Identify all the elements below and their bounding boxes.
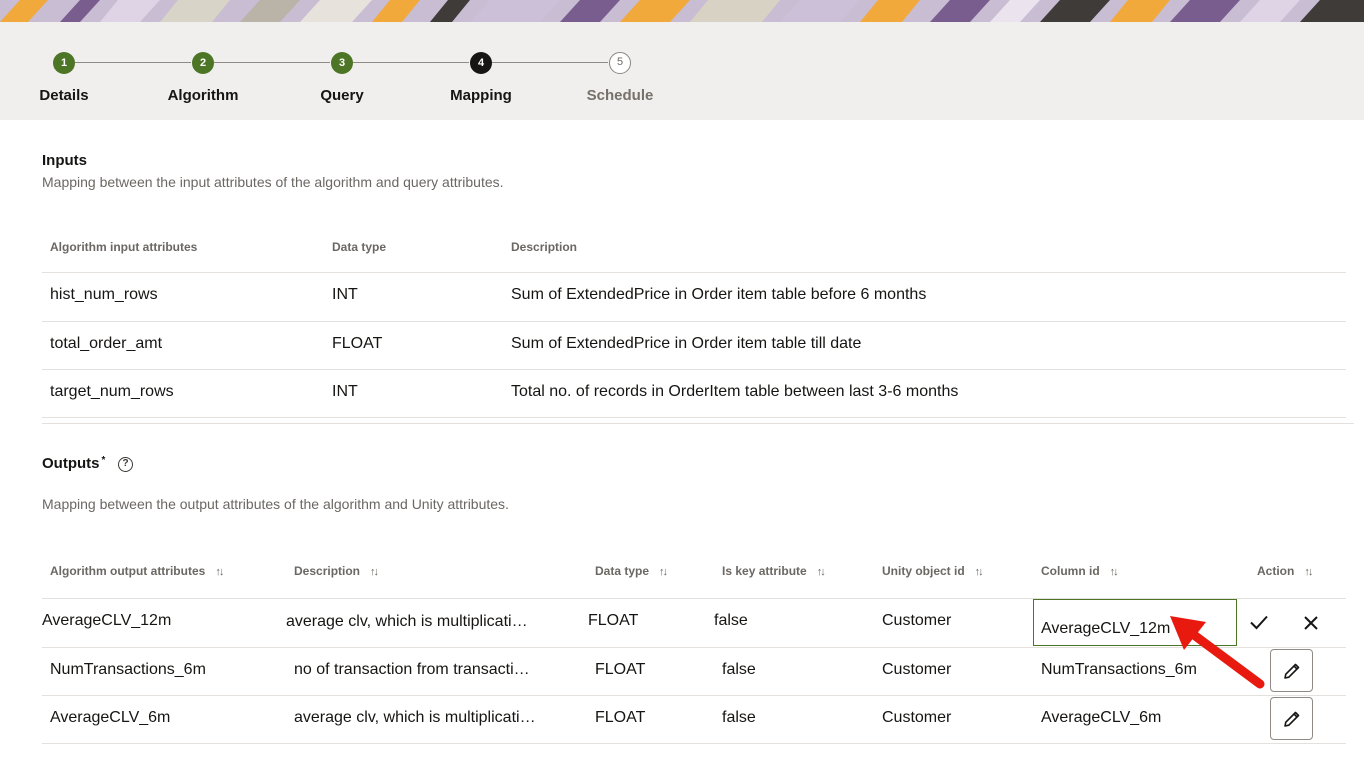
column-header-column-id[interactable]: Column id ↑↓ (1041, 564, 1119, 578)
row-divider (42, 647, 1346, 648)
data-type-cell: FLOAT (332, 335, 383, 352)
close-icon (1304, 616, 1318, 630)
column-header-label: Is key attribute (722, 564, 807, 578)
output-attribute-cell: AverageCLV_6m (50, 709, 171, 726)
column-header-label: Action (1257, 564, 1295, 578)
column-header-data-type: Data type (332, 240, 387, 254)
column-header-algorithm-input-attributes: Algorithm input attributes (50, 240, 198, 254)
pencil-icon (1283, 663, 1299, 679)
column-header-is-key-attribute[interactable]: Is key attribute ↑↓ (722, 564, 826, 578)
step-number-badge: 4 (470, 52, 492, 74)
is-key-cell: false (722, 661, 756, 678)
input-attribute-cell: hist_num_rows (50, 286, 158, 303)
edit-button[interactable] (1270, 649, 1313, 692)
step-label: Query (320, 87, 364, 104)
row-divider (42, 272, 1346, 273)
row-divider (42, 321, 1346, 322)
outputs-description: Mapping between the output attributes of… (42, 496, 509, 512)
column-header-unity-object-id[interactable]: Unity object id ↑↓ (882, 564, 984, 578)
step-details[interactable]: 1 Details (4, 52, 124, 104)
required-marker: * (101, 455, 106, 466)
row-divider (42, 743, 1346, 744)
is-key-cell: false (722, 709, 756, 726)
description-cell: Sum of ExtendedPrice in Order item table… (511, 286, 927, 303)
is-key-cell: false (714, 612, 748, 629)
column-header-label: Unity object id (882, 564, 965, 578)
sort-icon[interactable]: ↑↓ (1110, 566, 1119, 578)
description-cell: average clv, which is multiplicati… (286, 613, 528, 630)
row-divider (42, 695, 1346, 696)
column-header-label: Description (294, 564, 361, 578)
step-label: Details (39, 87, 89, 104)
help-icon[interactable]: ? (118, 457, 133, 472)
row-divider (42, 417, 1346, 418)
column-header-action[interactable]: Action ↑↓ (1257, 564, 1313, 578)
decorative-banner (0, 0, 1364, 22)
step-label: Algorithm (167, 87, 239, 104)
input-attribute-cell: target_num_rows (50, 383, 174, 400)
output-attribute-cell: NumTransactions_6m (50, 661, 206, 678)
step-algorithm[interactable]: 2 Algorithm (143, 52, 263, 104)
description-cell: average clv, which is multiplicati… (294, 709, 536, 726)
column-header-label: Algorithm output attributes (50, 564, 206, 578)
column-header-data-type[interactable]: Data type ↑↓ (595, 564, 668, 578)
row-divider (42, 369, 1346, 370)
inputs-description: Mapping between the input attributes of … (42, 174, 504, 190)
column-header-label: Data type (595, 564, 650, 578)
sort-icon[interactable]: ↑↓ (975, 566, 984, 578)
annotation-arrow-icon (1170, 616, 1265, 689)
column-header-label: Column id (1041, 564, 1100, 578)
step-number-badge: 1 (53, 52, 75, 74)
pencil-icon (1283, 711, 1299, 727)
step-train: 1 Details 2 Algorithm 3 Query 4 Mapping … (0, 22, 1364, 120)
outputs-title: Outputs * (42, 455, 105, 472)
outputs-title-text: Outputs (42, 455, 100, 472)
data-type-cell: FLOAT (595, 661, 646, 678)
data-type-cell: FLOAT (595, 709, 646, 726)
unity-object-cell: Customer (882, 612, 952, 629)
inputs-title: Inputs (42, 152, 87, 169)
step-mapping[interactable]: 4 Mapping (421, 52, 541, 104)
step-label: Mapping (450, 87, 512, 104)
sort-icon[interactable]: ↑↓ (659, 566, 668, 578)
step-number-badge: 2 (192, 52, 214, 74)
unity-object-cell: Customer (882, 661, 952, 678)
column-header-description[interactable]: Description ↑↓ (294, 564, 379, 578)
data-type-cell: INT (332, 383, 358, 400)
unity-object-cell: Customer (882, 709, 952, 726)
step-schedule[interactable]: 5 Schedule (560, 52, 680, 104)
edit-button[interactable] (1270, 697, 1313, 740)
data-type-cell: INT (332, 286, 358, 303)
step-number-badge: 5 (609, 52, 631, 74)
sort-icon[interactable]: ↑↓ (215, 566, 224, 578)
step-number-badge: 3 (331, 52, 353, 74)
sort-icon[interactable]: ↑↓ (817, 566, 826, 578)
column-id-cell: AverageCLV_6m (1041, 709, 1162, 726)
column-header-description: Description (511, 240, 578, 254)
column-header-algorithm-output-attributes[interactable]: Algorithm output attributes ↑↓ (50, 564, 224, 578)
input-attribute-cell: total_order_amt (50, 335, 163, 352)
description-cell: no of transaction from transacti… (294, 661, 530, 678)
sort-icon[interactable]: ↑↓ (370, 566, 379, 578)
step-label: Schedule (586, 87, 654, 104)
description-cell: Sum of ExtendedPrice in Order item table… (511, 335, 862, 352)
section-divider (42, 423, 1354, 424)
data-type-cell: FLOAT (588, 612, 639, 629)
output-attribute-cell: AverageCLV_12m (42, 612, 172, 629)
step-query[interactable]: 3 Query (282, 52, 402, 104)
cancel-button[interactable] (1295, 607, 1327, 639)
sort-icon[interactable]: ↑↓ (1304, 566, 1313, 578)
description-cell: Total no. of records in OrderItem table … (511, 383, 959, 400)
